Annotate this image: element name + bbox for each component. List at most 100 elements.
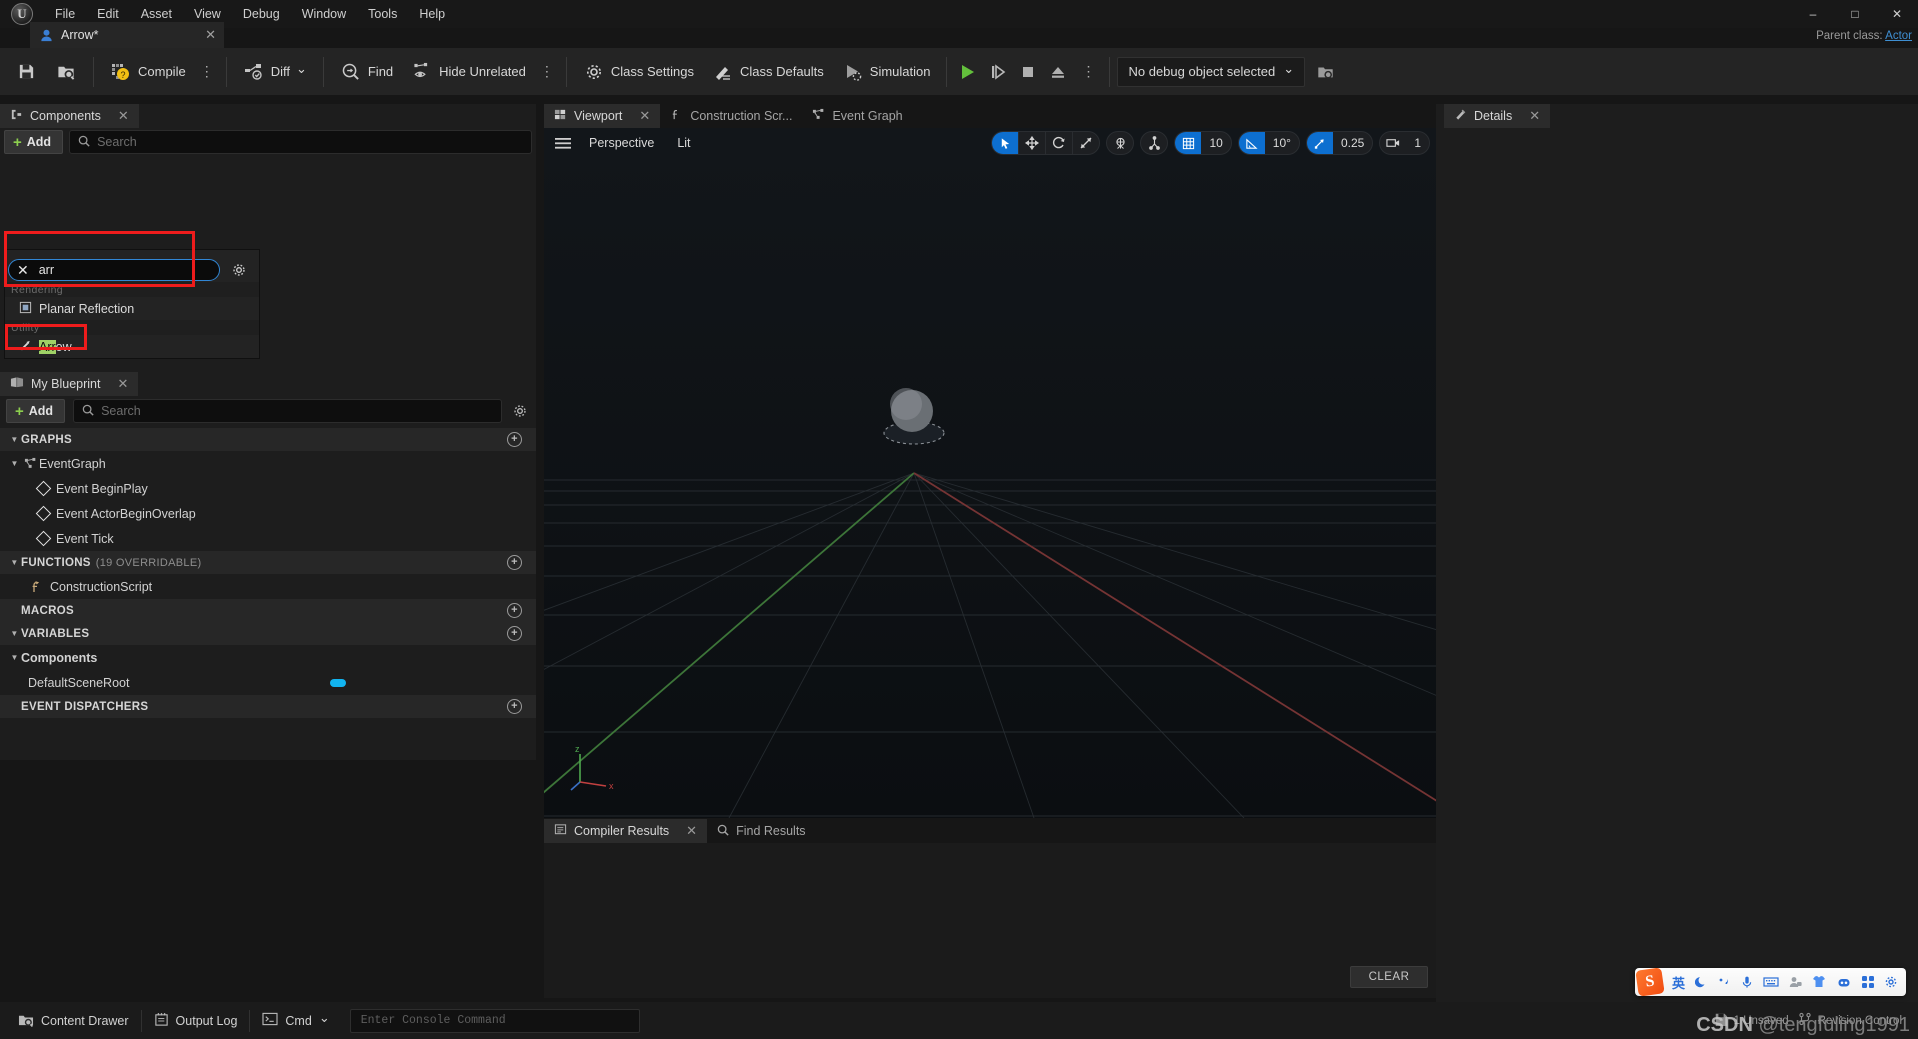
content-drawer-button[interactable]: Content Drawer	[6, 1007, 141, 1034]
chevron-down-icon[interactable]: ▼	[8, 435, 21, 444]
mic-icon[interactable]	[1740, 975, 1754, 989]
tree-item-event-beginplay[interactable]: Event BeginPlay	[0, 476, 536, 501]
debug-object-select[interactable]: No debug object selected ⌄	[1117, 56, 1306, 87]
save-button[interactable]	[6, 52, 46, 92]
components-settings-button[interactable]	[228, 259, 250, 281]
tree-item-event-actorbeginoverlap[interactable]: Event ActorBeginOverlap	[0, 501, 536, 526]
surface-snap-button[interactable]	[1140, 131, 1169, 155]
chevron-down-icon[interactable]: ▼	[8, 558, 21, 567]
chevron-down-icon[interactable]: ▼	[8, 459, 21, 468]
cmd-button[interactable]: Cmd ⌄	[250, 1007, 341, 1034]
output-log-button[interactable]: Output Log	[142, 1007, 250, 1034]
chevron-down-icon[interactable]: ▼	[8, 653, 21, 662]
asset-tab-arrow[interactable]: Arrow* ✕	[30, 22, 224, 48]
clear-search-icon[interactable]: ✕	[17, 263, 29, 277]
hide-unrelated-button[interactable]: Hide Unrelated	[402, 52, 535, 92]
simulation-button[interactable]: Simulation	[833, 52, 940, 92]
viewport-3d[interactable]: Perspective Lit 10 10° 0.25 1 z x	[544, 128, 1438, 818]
tree-item-eventgraph[interactable]: ▼ EventGraph	[0, 451, 536, 476]
ime-language-mode[interactable]: 英	[1672, 973, 1685, 992]
close-icon[interactable]: ✕	[205, 27, 216, 43]
class-settings-button[interactable]: Class Settings	[574, 52, 703, 92]
add-event-dispatcher-button[interactable]: +	[507, 699, 522, 714]
apps-icon[interactable]	[1861, 975, 1875, 989]
scale-snap-icon[interactable]	[1306, 132, 1333, 154]
world-coord-icon[interactable]	[1107, 132, 1133, 154]
tab-viewport[interactable]: Viewport ✕	[544, 104, 661, 128]
clear-button[interactable]: CLEAR	[1350, 966, 1428, 988]
compile-options-button[interactable]: ⋮	[195, 52, 219, 92]
close-icon[interactable]: ✕	[686, 823, 697, 839]
viewport-perspective-button[interactable]: Perspective	[581, 134, 662, 152]
close-icon[interactable]: ✕	[1529, 108, 1540, 124]
variable-defaultsceneroot[interactable]: DefaultSceneRoot	[0, 670, 536, 695]
section-functions[interactable]: ▼ FUNCTIONS (19 OVERRIDABLE) +	[0, 551, 536, 574]
viewport-viewmode-button[interactable]: Lit	[669, 134, 698, 152]
tree-item-constructionscript[interactable]: ConstructionScript	[0, 574, 536, 599]
move-icon[interactable]	[1019, 132, 1045, 154]
stop-button[interactable]	[1014, 55, 1042, 89]
add-variable-button[interactable]: +	[507, 626, 522, 641]
add-graph-button[interactable]: +	[507, 432, 522, 447]
close-icon[interactable]: ✕	[118, 108, 129, 124]
tab-construction-script[interactable]: Construction Scr...	[660, 104, 802, 128]
section-macros[interactable]: MACROS +	[0, 599, 536, 622]
component-filter-input[interactable]: ✕ arr	[8, 259, 220, 281]
tab-event-graph[interactable]: Event Graph	[802, 104, 912, 128]
camera-speed-value[interactable]: 1	[1406, 132, 1429, 154]
surface-snap-icon[interactable]	[1141, 132, 1167, 154]
section-event-dispatchers[interactable]: EVENT DISPATCHERS +	[0, 695, 536, 718]
tab-my-blueprint[interactable]: My Blueprint ✕	[0, 372, 139, 396]
play-options-button[interactable]: ⋮	[1074, 55, 1102, 89]
close-icon[interactable]: ✕	[117, 376, 128, 392]
debug-browse-button[interactable]	[1305, 52, 1345, 92]
step-button[interactable]	[984, 55, 1012, 89]
tab-compiler-results[interactable]: Compiler Results ✕	[544, 819, 708, 843]
punct-icon[interactable]	[1717, 975, 1731, 989]
camera-icon[interactable]	[1380, 132, 1406, 154]
eject-button[interactable]	[1044, 55, 1072, 89]
angle-snap-value[interactable]: 10°	[1265, 132, 1299, 154]
add-blueprint-item-button[interactable]: + Add	[6, 399, 66, 423]
coordinate-system-button[interactable]	[1106, 131, 1135, 155]
scale-snap-value[interactable]: 0.25	[1333, 132, 1372, 154]
skin-icon[interactable]	[1811, 975, 1827, 989]
play-button[interactable]	[954, 55, 982, 89]
close-icon[interactable]: ✕	[639, 108, 650, 124]
keyboard-icon[interactable]	[1763, 975, 1779, 989]
tab-components[interactable]: Components ✕	[0, 104, 139, 128]
select-arrow-icon[interactable]	[992, 132, 1019, 154]
tab-details[interactable]: Details ✕	[1444, 104, 1551, 128]
compile-button[interactable]: ? Compile	[101, 52, 195, 92]
angle-snap-icon[interactable]	[1238, 132, 1265, 154]
grid-snap-value[interactable]: 10	[1201, 132, 1230, 154]
user-icon[interactable]	[1788, 975, 1802, 989]
add-macro-button[interactable]: +	[507, 603, 522, 618]
hide-unrelated-options-button[interactable]: ⋮	[535, 52, 559, 92]
rotate-icon[interactable]	[1046, 132, 1072, 154]
find-button[interactable]: Find	[331, 52, 402, 92]
add-component-button[interactable]: + Add	[4, 130, 64, 154]
tab-find-results[interactable]: Find Results	[707, 819, 815, 843]
settings-icon[interactable]	[1884, 975, 1898, 989]
diff-button[interactable]: Diff ⌄	[234, 52, 316, 92]
compiler-results-list[interactable]: CLEAR	[544, 843, 1438, 998]
chevron-down-icon[interactable]: ▼	[8, 629, 21, 638]
my-blueprint-search-input[interactable]: Search	[73, 399, 502, 423]
viewport-menu-button[interactable]	[552, 133, 574, 153]
robot-icon[interactable]	[1836, 976, 1852, 989]
browse-content-button[interactable]	[46, 52, 86, 92]
moon-icon[interactable]	[1694, 975, 1708, 989]
sogou-logo-icon[interactable]: S	[1635, 967, 1665, 997]
add-function-button[interactable]: +	[507, 555, 522, 570]
console-command-input[interactable]: Enter Console Command	[349, 1008, 640, 1033]
components-search-input[interactable]: Search	[69, 130, 532, 154]
class-defaults-button[interactable]: Class Defaults	[703, 52, 833, 92]
dropdown-item-planar-reflection[interactable]: Planar Reflection	[5, 297, 259, 320]
group-components[interactable]: ▼ Components	[0, 645, 536, 670]
my-blueprint-settings-button[interactable]	[510, 401, 530, 421]
section-graphs[interactable]: ▼ GRAPHS +	[0, 428, 536, 451]
section-variables[interactable]: ▼ VARIABLES +	[0, 622, 536, 645]
scale-icon[interactable]	[1073, 132, 1099, 154]
grid-snap-icon[interactable]	[1175, 132, 1202, 154]
